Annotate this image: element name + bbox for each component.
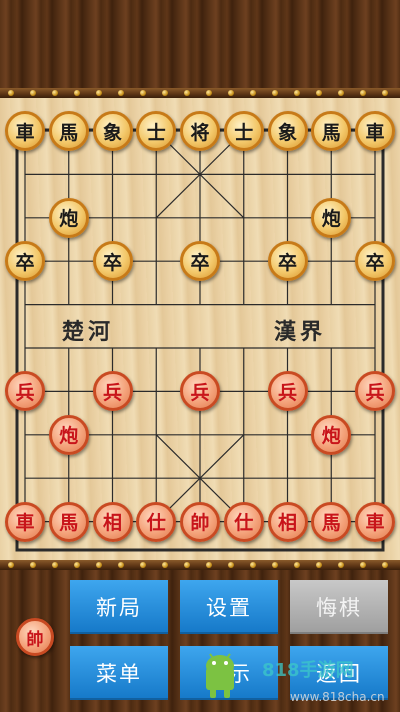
rail-stud bbox=[338, 90, 344, 96]
black-piece[interactable]: 炮 bbox=[311, 197, 352, 238]
rail-stud bbox=[162, 562, 168, 568]
rail-stud bbox=[52, 90, 58, 96]
rail-stud bbox=[338, 562, 344, 568]
rail-stud bbox=[206, 562, 212, 568]
rail-stud bbox=[272, 90, 278, 96]
board-bottom-rail bbox=[0, 560, 400, 570]
board-grid bbox=[15, 128, 385, 552]
rail-stud bbox=[52, 562, 58, 568]
undo-button[interactable]: 悔棋 bbox=[290, 580, 388, 634]
rail-stud bbox=[228, 562, 234, 568]
rail-stud bbox=[8, 562, 14, 568]
red-piece[interactable]: 車 bbox=[355, 501, 395, 542]
black-piece[interactable]: 将 bbox=[180, 111, 220, 151]
chess-board[interactable]: 楚河 漢界 車馬象士将士象馬車炮炮卒卒卒卒卒兵兵兵兵兵炮炮車馬相仕帥仕相馬車 bbox=[0, 98, 400, 560]
red-piece[interactable]: 相 bbox=[92, 501, 133, 542]
rail-stud bbox=[74, 90, 80, 96]
black-piece[interactable]: 士 bbox=[136, 111, 177, 151]
rail-stud bbox=[294, 90, 300, 96]
black-piece[interactable]: 象 bbox=[267, 111, 308, 151]
top-wood-panel bbox=[0, 0, 400, 92]
menu-button[interactable]: 菜单 bbox=[70, 646, 168, 700]
red-piece[interactable]: 兵 bbox=[267, 371, 308, 412]
rail-stud bbox=[162, 90, 168, 96]
rail-stud bbox=[294, 562, 300, 568]
red-piece[interactable]: 馬 bbox=[48, 501, 89, 542]
rail-stud bbox=[30, 90, 36, 96]
rail-stud bbox=[8, 90, 14, 96]
red-piece[interactable]: 馬 bbox=[311, 501, 352, 542]
black-piece[interactable]: 馬 bbox=[48, 111, 89, 151]
red-piece[interactable]: 仕 bbox=[223, 501, 264, 542]
river-label-right: 漢界 bbox=[274, 319, 327, 345]
red-piece[interactable]: 兵 bbox=[92, 371, 133, 412]
rail-stud bbox=[272, 562, 278, 568]
black-piece[interactable]: 車 bbox=[355, 111, 395, 151]
rail-stud bbox=[30, 562, 36, 568]
black-piece[interactable]: 車 bbox=[5, 111, 45, 151]
board-top-rail bbox=[0, 88, 400, 98]
red-piece[interactable]: 相 bbox=[267, 501, 308, 542]
black-piece[interactable]: 炮 bbox=[48, 197, 89, 238]
black-piece[interactable]: 馬 bbox=[311, 111, 352, 151]
rail-stud bbox=[118, 90, 124, 96]
rail-stud bbox=[140, 90, 146, 96]
red-piece[interactable]: 帥 bbox=[180, 501, 220, 542]
new-game-button[interactable]: 新局 bbox=[70, 580, 168, 634]
rail-stud bbox=[316, 90, 322, 96]
black-piece[interactable]: 卒 bbox=[180, 241, 220, 282]
rail-stud bbox=[382, 562, 388, 568]
black-piece[interactable]: 士 bbox=[223, 111, 264, 151]
rail-stud bbox=[360, 562, 366, 568]
android-robot-icon bbox=[206, 653, 234, 698]
turn-indicator-piece: 帥 bbox=[16, 618, 54, 656]
rail-stud bbox=[250, 90, 256, 96]
black-piece[interactable]: 卒 bbox=[355, 241, 395, 282]
rail-stud bbox=[96, 90, 102, 96]
rail-stud bbox=[206, 90, 212, 96]
red-piece[interactable]: 仕 bbox=[136, 501, 177, 542]
rail-stud bbox=[184, 90, 190, 96]
black-piece[interactable]: 卒 bbox=[267, 241, 308, 282]
rail-stud bbox=[184, 562, 190, 568]
watermark-url: www.818cha.cn bbox=[290, 690, 385, 704]
red-piece[interactable]: 車 bbox=[5, 501, 45, 542]
river-label-left: 楚河 bbox=[62, 319, 115, 345]
red-piece[interactable]: 炮 bbox=[311, 414, 352, 455]
black-piece[interactable]: 卒 bbox=[92, 241, 133, 282]
rail-stud bbox=[74, 562, 80, 568]
black-piece[interactable]: 象 bbox=[92, 111, 133, 151]
red-piece[interactable]: 炮 bbox=[48, 414, 89, 455]
rail-stud bbox=[118, 562, 124, 568]
rail-stud bbox=[228, 90, 234, 96]
rail-stud bbox=[382, 90, 388, 96]
rail-stud bbox=[316, 562, 322, 568]
rail-stud bbox=[140, 562, 146, 568]
rail-stud bbox=[96, 562, 102, 568]
settings-button[interactable]: 设置 bbox=[180, 580, 278, 634]
black-piece[interactable]: 卒 bbox=[5, 241, 45, 282]
rail-stud bbox=[250, 562, 256, 568]
watermark-text: 818手游网 bbox=[262, 660, 354, 681]
rail-stud bbox=[360, 90, 366, 96]
